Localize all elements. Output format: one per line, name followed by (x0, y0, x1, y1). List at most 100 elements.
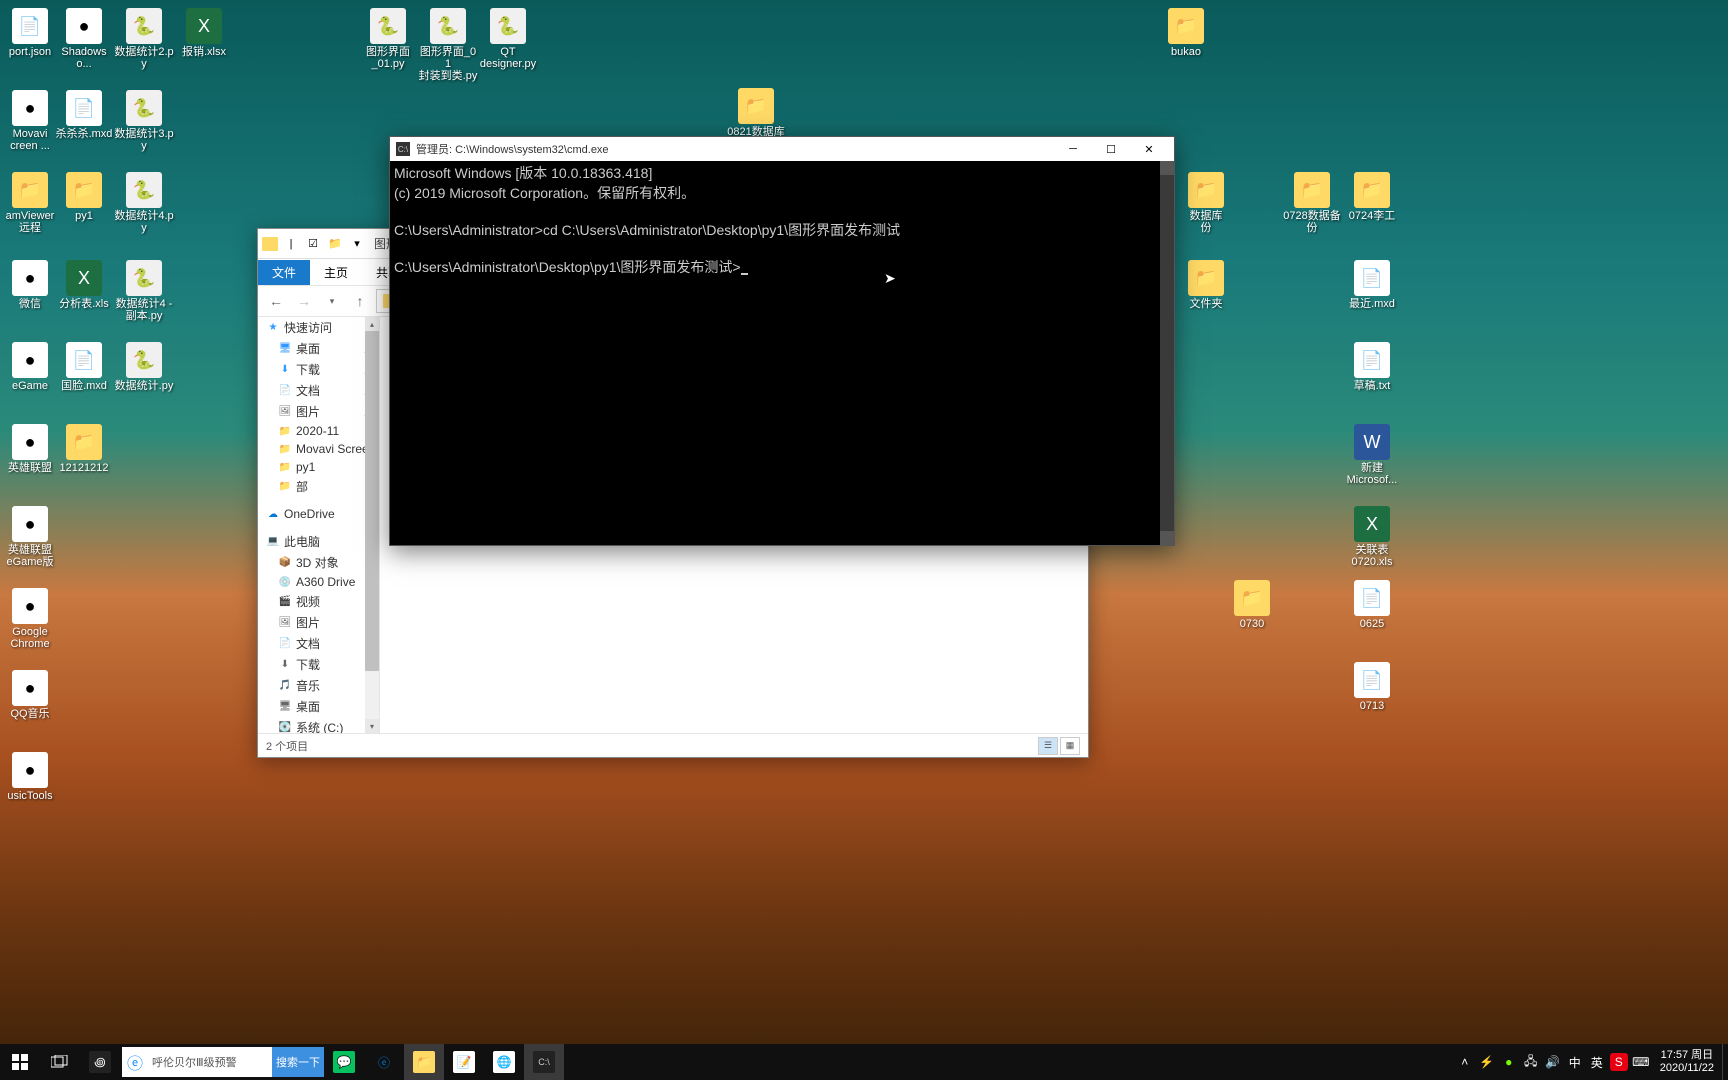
tray-app-icon[interactable]: ● (1498, 1044, 1520, 1080)
desktop-icon[interactable]: 🐍数据统计4 -副本.py (114, 260, 174, 322)
sidebar-item[interactable]: ☁OneDrive (258, 505, 379, 523)
tab-file[interactable]: 文件 (258, 260, 310, 285)
tray-wifi-icon[interactable]: ⚡ (1476, 1044, 1498, 1080)
tray-network-icon[interactable]: 🖧 (1520, 1044, 1542, 1080)
desktop-icon[interactable]: 📄国脸.mxd (54, 342, 114, 392)
search-button[interactable]: 搜索一下 (272, 1047, 324, 1077)
sidebar-item[interactable]: 📁部 (258, 476, 379, 497)
tray-volume-icon[interactable]: 🔊 (1542, 1044, 1564, 1080)
close-button[interactable]: ✕ (1130, 137, 1168, 161)
desktop-icon[interactable]: X分析表.xls (54, 260, 114, 310)
tray-clock[interactable]: 17:57 周日 2020/11/22 (1652, 1049, 1722, 1075)
cmd-titlebar[interactable]: C:\ 管理员: C:\Windows\system32\cmd.exe ─ ☐… (390, 137, 1174, 161)
show-desktop-button[interactable] (1722, 1044, 1728, 1080)
sidebar-item[interactable]: ⬇下载📌 (258, 359, 379, 380)
desktop-icon[interactable]: ●微信 (0, 260, 60, 310)
sidebar-item[interactable]: 🖥桌面📌 (258, 338, 379, 359)
sidebar-item[interactable]: 🖥桌面 (258, 696, 379, 717)
desktop-icon[interactable]: 🐍数据统计4.py (114, 172, 174, 234)
sidebar-item[interactable]: ⬇下载 (258, 654, 379, 675)
taskbar-app-edge[interactable]: ⓔ (364, 1044, 404, 1080)
explorer-sidebar[interactable]: ★快速访问🖥桌面📌⬇下载📌📄文档📌🖼图片📌📁2020-11📁Movavi Scr… (258, 317, 380, 733)
sidebar-item[interactable]: 🖼图片 (258, 612, 379, 633)
sidebar-item[interactable]: 🎵音乐 (258, 675, 379, 696)
desktop-icon[interactable]: 📁文件夹 (1176, 260, 1236, 310)
taskbar-app-notepad[interactable]: 📝 (444, 1044, 484, 1080)
tray-sogou-icon[interactable]: S (1610, 1053, 1628, 1071)
desktop-icon[interactable]: ●usicTools (0, 752, 60, 802)
tray-chevron[interactable]: ˄ (1454, 1044, 1476, 1080)
taskbar-app-steam[interactable]: ꩜ (80, 1044, 120, 1080)
desktop-icon[interactable]: 📄最近.mxd (1342, 260, 1402, 310)
sidebar-item[interactable]: 📁Movavi Screen (258, 440, 379, 458)
desktop-icon[interactable]: X关联表0720.xls (1342, 506, 1402, 568)
start-button[interactable] (0, 1044, 40, 1080)
tray-ime-en[interactable]: 英 (1586, 1044, 1608, 1080)
scroll-down-arrow[interactable] (1160, 531, 1174, 545)
sidebar-item[interactable]: 📁py1 (258, 458, 379, 476)
desktop-icon[interactable]: 🐍数据统计3.py (114, 90, 174, 152)
desktop-icon[interactable]: ●英雄联盟 (0, 424, 60, 474)
desktop-icon[interactable]: 📁数据库份 (1176, 172, 1236, 234)
view-icons[interactable]: ▦ (1060, 737, 1080, 755)
desktop-icon[interactable]: 📁0730 (1222, 580, 1282, 630)
desktop-icon[interactable]: 🐍数据统计.py (114, 342, 174, 392)
sidebar-item[interactable]: 💽系统 (C:) (258, 717, 379, 733)
desktop-icon[interactable]: 🐍图形界面_01.py (358, 8, 418, 70)
task-view-button[interactable] (40, 1044, 80, 1080)
qat-dropdown[interactable]: ▾ (348, 235, 366, 253)
tray-keyboard-icon[interactable]: ⌨ (1630, 1044, 1652, 1080)
sidebar-item[interactable]: 📄文档 (258, 633, 379, 654)
sidebar-item[interactable]: 💿A360 Drive (258, 573, 379, 591)
desktop-icon[interactable]: ●QQ音乐 (0, 670, 60, 720)
desktop-icon[interactable]: 📁py1 (54, 172, 114, 222)
desktop-icon[interactable]: ●Movavicreen ... (0, 90, 60, 152)
sidebar-item[interactable]: 📄文档📌 (258, 380, 379, 401)
taskbar-app-chrome[interactable]: 🌐 (484, 1044, 524, 1080)
taskbar-app-explorer[interactable]: 📁 (404, 1044, 444, 1080)
maximize-button[interactable]: ☐ (1092, 137, 1130, 161)
desktop-icon[interactable]: 📁0724李工 (1342, 172, 1402, 222)
sidebar-item[interactable]: ★快速访问 (258, 317, 379, 338)
desktop-icon[interactable]: 📄草稿.txt (1342, 342, 1402, 392)
cmd-body[interactable]: Microsoft Windows [版本 10.0.18363.418] (c… (390, 161, 1174, 545)
taskbar-app-wechat[interactable]: 💬 (324, 1044, 364, 1080)
nav-recent-dropdown[interactable]: ▾ (320, 289, 344, 313)
desktop-icon[interactable]: 📄0713 (1342, 662, 1402, 712)
nav-up[interactable]: ↑ (348, 289, 372, 313)
desktop-icon[interactable]: 📁bukao (1156, 8, 1216, 58)
desktop-icon[interactable]: ●英雄联盟eGame版 (0, 506, 60, 568)
taskbar-app-cmd[interactable]: C:\ (524, 1044, 564, 1080)
sidebar-item[interactable]: 📦3D 对象 (258, 552, 379, 573)
nav-back[interactable]: ← (264, 289, 288, 313)
scroll-up-arrow[interactable]: ▴ (365, 317, 379, 331)
tab-home[interactable]: 主页 (310, 260, 362, 285)
desktop-icon[interactable]: 📄杀杀杀.mxd (54, 90, 114, 140)
desktop-icon[interactable]: X报销.xlsx (174, 8, 234, 58)
cmd-window[interactable]: C:\ 管理员: C:\Windows\system32\cmd.exe ─ ☐… (389, 136, 1175, 546)
view-details[interactable]: ☰ (1038, 737, 1058, 755)
qat-props[interactable]: ☑ (304, 235, 322, 253)
desktop-icon[interactable]: ●Shadowso... (54, 8, 114, 70)
sidebar-item[interactable]: 🎬视频 (258, 591, 379, 612)
desktop-icon[interactable]: 📁amViewer远程 (0, 172, 60, 234)
desktop-icon[interactable]: 📁0728数据备份 (1282, 172, 1342, 234)
scroll-down-arrow[interactable]: ▾ (365, 719, 379, 733)
desktop-icon[interactable]: 📄port.json (0, 8, 60, 58)
scrollbar-thumb[interactable] (365, 331, 379, 671)
sidebar-item[interactable]: 📁2020-11 (258, 422, 379, 440)
search-text[interactable]: 呼伦贝尔Ⅲ级预警 (148, 1054, 272, 1070)
taskbar[interactable]: ꩜ ⓔ 呼伦贝尔Ⅲ级预警 搜索一下 💬 ⓔ 📁 📝 🌐 C:\ ˄ ⚡ ● 🖧 … (0, 1044, 1728, 1080)
desktop-icon[interactable]: 📄0625 (1342, 580, 1402, 630)
desktop-icon[interactable]: 🐍QTdesigner.py (478, 8, 538, 70)
desktop-icon[interactable]: ●eGame (0, 342, 60, 392)
sidebar-scrollbar[interactable]: ▴ ▾ (365, 317, 379, 733)
desktop-icon[interactable]: W新建Microsof... (1342, 424, 1402, 486)
desktop-icon[interactable]: 📁0821数据库 (726, 88, 786, 138)
desktop-icon[interactable]: ●GoogleChrome (0, 588, 60, 650)
qat-new[interactable]: 📁 (326, 235, 344, 253)
desktop-icon[interactable]: 🐍数据统计2.py (114, 8, 174, 70)
desktop-icon[interactable]: 📁12121212 (54, 424, 114, 474)
cmd-scrollbar[interactable] (1160, 161, 1174, 545)
desktop-icon[interactable]: 🐍图形界面_01封装到类.py (418, 8, 478, 82)
